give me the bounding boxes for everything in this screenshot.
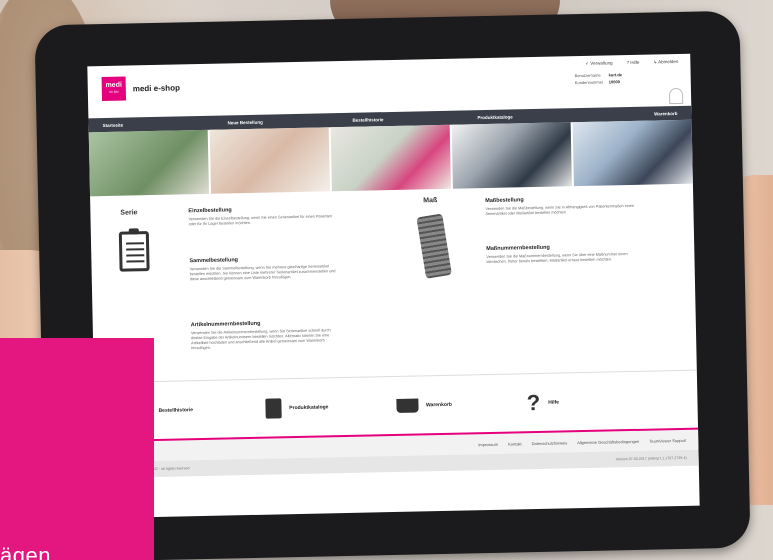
nav-produktkataloge[interactable]: Produktkataloge — [477, 112, 602, 120]
quick-warenkorb[interactable]: Warenkorb — [395, 396, 527, 413]
nav-neue-bestellung[interactable]: Neue Bestellung — [227, 117, 352, 125]
shopping-cart-icon — [395, 397, 419, 413]
link-hilfe[interactable]: ? Hilfe — [626, 60, 639, 66]
block-massnummernbestellung[interactable]: Maßnummernbestellung Verwenden Sie die M… — [486, 243, 636, 265]
footer-agb[interactable]: Allgemeine Geschäftsbedingungen — [577, 438, 639, 444]
tablet-screen: medi ich fühl medi e-shop ✓ Verwaltung ?… — [87, 53, 700, 519]
hero-photo-businessman — [572, 119, 693, 187]
medi-logo[interactable]: medi ich fühl — [101, 76, 127, 102]
hero-photo-hammock — [88, 129, 210, 197]
block-massbestellung[interactable]: Maßbestellung Verwenden Sie die Maßbeste… — [485, 195, 635, 217]
measuring-tape-icon — [416, 213, 452, 279]
hero-photo-women — [209, 127, 330, 194]
order-options: Serie Maß Einzelbestellung Verwenden Sie… — [90, 184, 697, 383]
block-einzelbestellung[interactable]: Einzelbestellung Verwenden Sie die Einze… — [188, 205, 338, 227]
nav-startseite[interactable]: Startseite — [103, 120, 228, 127]
block-artikelnummernbestellung[interactable]: Artikelnummernbestellung Verwenden Sie d… — [191, 319, 342, 351]
section-mass-title: Maß — [423, 197, 438, 205]
top-links: ✓ Verwaltung ? Hilfe ↳ Abmelden — [585, 59, 678, 67]
nav-warenkorb[interactable]: Warenkorb — [602, 110, 677, 117]
footer-impressum[interactable]: Impressum — [478, 441, 498, 446]
footer-teamviewer[interactable]: TeamViewer Support — [649, 437, 686, 443]
pink-overlay-box: ägen — [0, 338, 154, 560]
block-sammelbestellung[interactable]: Sammelbestellung Verwenden Sie die Samme… — [189, 255, 339, 282]
quick-bestellhistorie[interactable]: Bestellhistorie — [134, 398, 265, 421]
question-mark-icon: ? — [526, 389, 541, 415]
cart-icon[interactable] — [668, 87, 684, 105]
catalog-icon — [265, 397, 282, 419]
hero-photo-couch — [330, 124, 451, 192]
nav-bestellhistorie[interactable]: Bestellhistorie — [352, 115, 477, 123]
clipboard-icon — [118, 231, 150, 272]
quick-produktkataloge[interactable]: Produktkataloge — [265, 395, 396, 419]
shop-title: medi e-shop — [132, 83, 181, 94]
hero-photo-man-camera — [451, 122, 572, 189]
section-serie-title: Serie — [120, 209, 138, 217]
link-verwaltung[interactable]: ✓ Verwaltung — [585, 60, 612, 67]
link-abmelden[interactable]: ↳ Abmelden — [653, 59, 678, 66]
version: Version 07.00.2017 (eShop7.1.1707.2739-4… — [615, 455, 687, 462]
footer-kontakt[interactable]: Kontakt — [508, 441, 522, 446]
user-info: Benutzername kurt.de Kundennummer 10000 — [574, 72, 623, 86]
footer-datenschutz[interactable]: Datenschutzhinweis — [532, 440, 568, 446]
quick-hilfe[interactable]: ? Hilfe — [526, 387, 657, 416]
overlay-text: ägen — [0, 543, 51, 560]
